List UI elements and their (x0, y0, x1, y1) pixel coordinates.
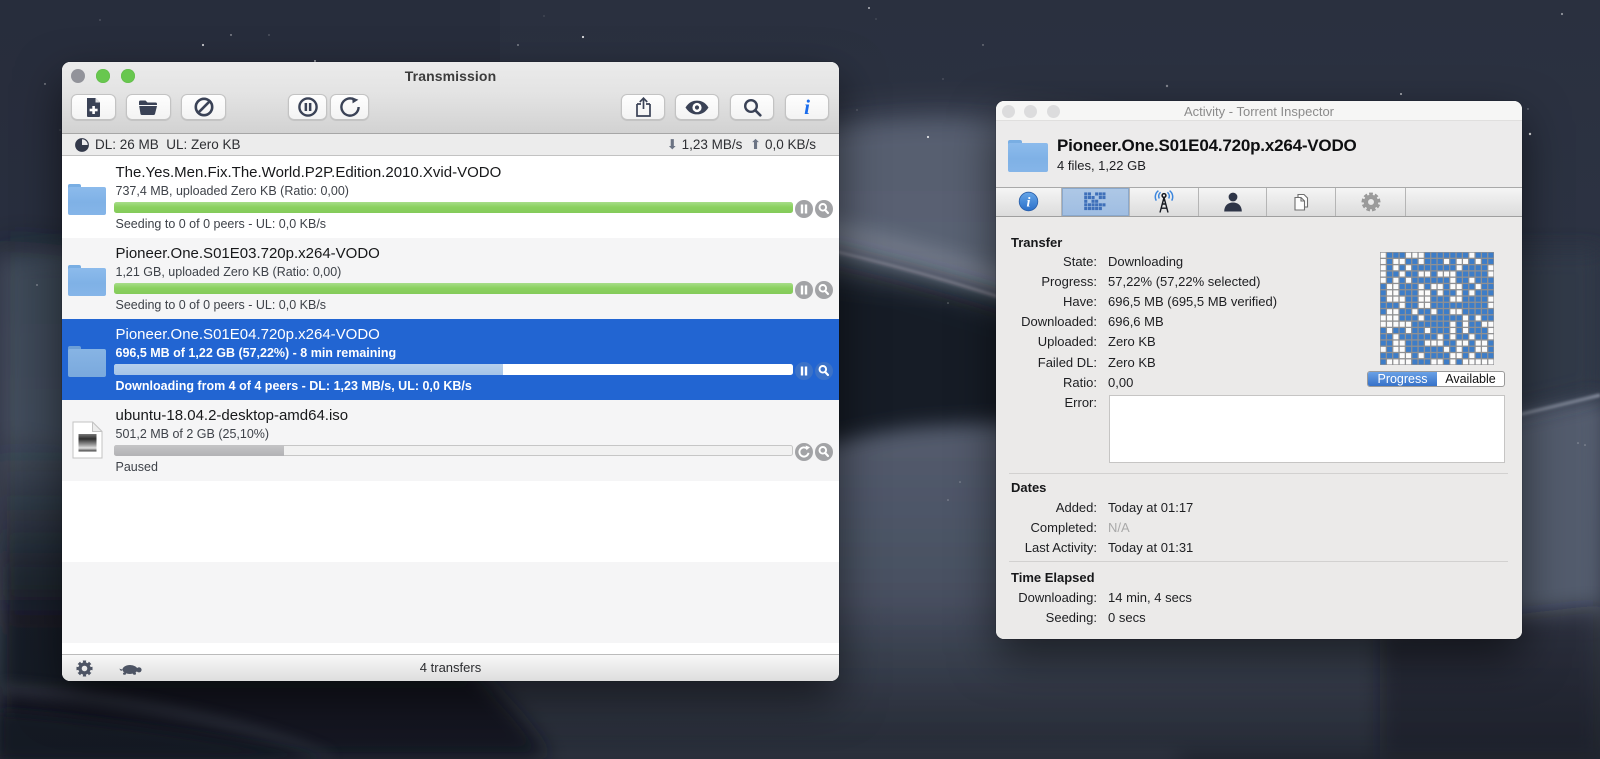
svg-text:i: i (1026, 196, 1030, 211)
